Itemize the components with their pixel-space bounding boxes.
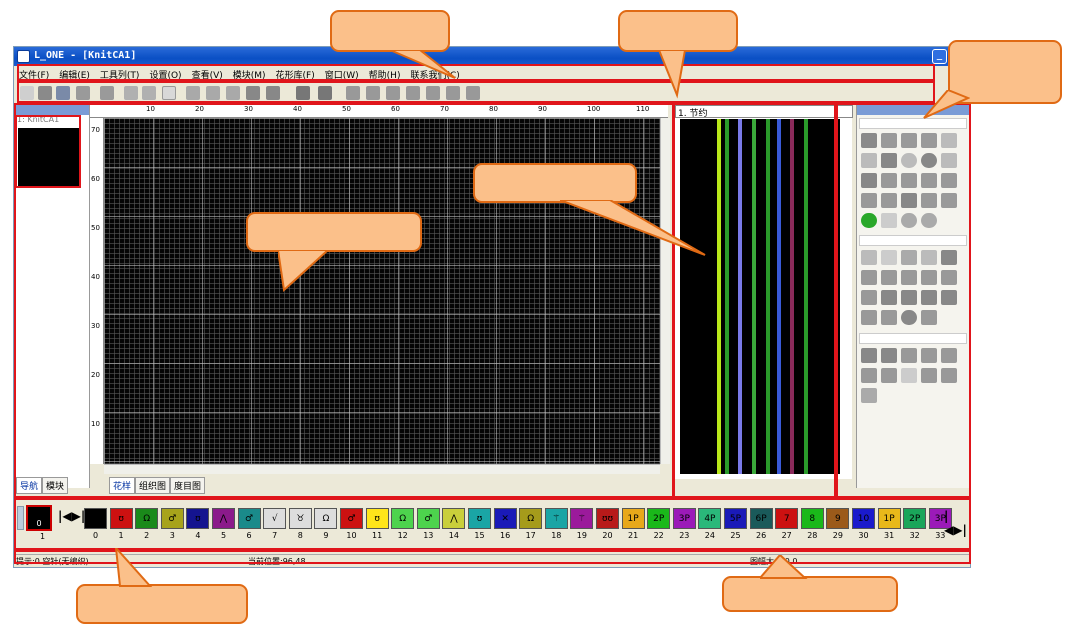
callout-bubble xyxy=(722,576,898,612)
callout-pointer xyxy=(560,200,706,256)
callout-pointer xyxy=(278,250,330,292)
callout-bubble xyxy=(473,163,637,203)
callout-pointer xyxy=(389,50,456,79)
highlight-toolbar xyxy=(17,81,935,103)
callout-pointer xyxy=(114,548,153,587)
callout-pointer xyxy=(760,555,808,579)
highlight-menubar xyxy=(17,64,935,81)
app-icon xyxy=(17,50,30,63)
callout-bubble xyxy=(330,10,450,52)
callout-bubble xyxy=(76,584,248,624)
highlight-palette xyxy=(14,498,971,550)
highlight-tools xyxy=(836,103,971,498)
window-title: L_ONE - [KnitCA1] xyxy=(34,50,137,61)
callout-bubble xyxy=(618,10,738,52)
callout-bubble xyxy=(246,212,422,252)
minimize-button[interactable]: _ xyxy=(932,49,947,64)
highlight-rhythm xyxy=(673,103,836,498)
callout-pointer xyxy=(923,90,970,119)
callout-pointer xyxy=(657,50,687,99)
